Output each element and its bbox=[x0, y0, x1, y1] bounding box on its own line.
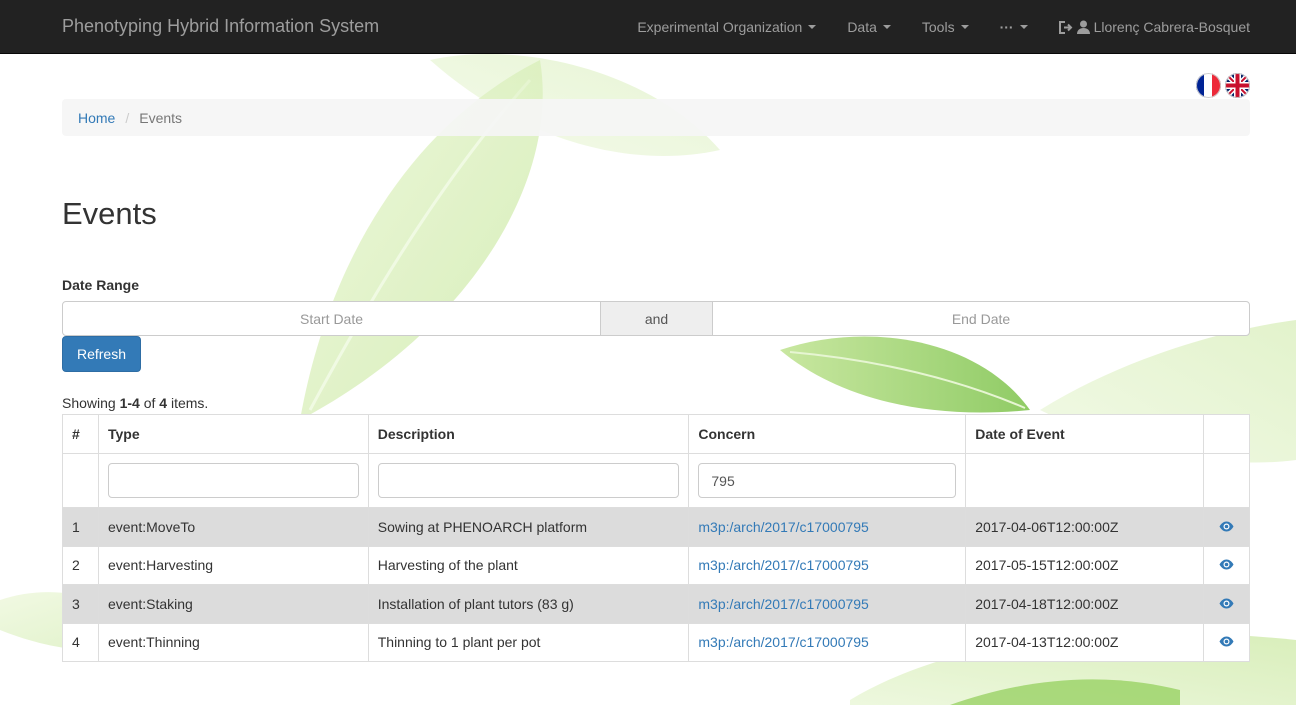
summary-prefix: Showing bbox=[62, 395, 120, 411]
filter-cell-empty bbox=[1202, 453, 1251, 508]
concern-link[interactable]: m3p:/arch/2017/c17000795 bbox=[698, 634, 868, 650]
type-filter-input[interactable] bbox=[107, 463, 359, 498]
row-date: 2017-04-13T12:00:00Z bbox=[965, 622, 1204, 662]
date-range-separator: and bbox=[601, 301, 712, 336]
french-flag-icon[interactable] bbox=[1196, 73, 1221, 98]
filter-cell-description bbox=[367, 453, 690, 508]
nav-label: Tools bbox=[921, 19, 955, 35]
view-eye-icon[interactable] bbox=[1219, 559, 1234, 570]
start-date-input[interactable]: Start Date bbox=[62, 301, 601, 336]
nav-label: Data bbox=[847, 19, 877, 35]
results-summary: Showing 1-4 of 4 items. bbox=[62, 395, 208, 411]
concern-filter-input[interactable]: 795 bbox=[698, 463, 957, 498]
nav-more[interactable]: ··· bbox=[1000, 19, 1028, 35]
user-icon bbox=[1076, 20, 1090, 34]
row-description: Thinning to 1 plant per pot bbox=[367, 622, 690, 662]
summary-of: of bbox=[139, 395, 160, 411]
uk-flag-icon[interactable] bbox=[1225, 73, 1250, 98]
top-navbar: Phenotyping Hybrid Information System Ex… bbox=[0, 0, 1296, 54]
caret-down-icon bbox=[1019, 25, 1028, 29]
row-description: Installation of plant tutors (83 g) bbox=[367, 584, 690, 624]
view-eye-icon[interactable] bbox=[1219, 521, 1234, 532]
breadcrumb-home-link[interactable]: Home bbox=[78, 110, 115, 126]
language-switcher bbox=[1196, 73, 1250, 98]
row-type: event:MoveTo bbox=[97, 507, 369, 547]
row-actions bbox=[1202, 507, 1251, 547]
table-row: 1 event:MoveTo Sowing at PHENOARCH platf… bbox=[62, 507, 1251, 547]
row-actions bbox=[1202, 545, 1251, 585]
concern-link[interactable]: m3p:/arch/2017/c17000795 bbox=[698, 557, 868, 573]
row-num: 2 bbox=[62, 545, 99, 585]
row-date: 2017-04-06T12:00:00Z bbox=[965, 507, 1204, 547]
row-date: 2017-04-18T12:00:00Z bbox=[965, 584, 1204, 624]
refresh-button[interactable]: Refresh bbox=[62, 336, 141, 372]
filter-cell-type bbox=[97, 453, 369, 508]
table-header-row: # Type Description Concern Date of Event bbox=[62, 414, 1251, 454]
nav-label: ··· bbox=[999, 19, 1014, 35]
row-num: 4 bbox=[62, 622, 99, 662]
row-num: 1 bbox=[62, 507, 99, 547]
user-name: Llorenç Cabrera-Bosquet bbox=[1093, 19, 1250, 35]
events-table: # Type Description Concern Date of Event… bbox=[62, 414, 1251, 662]
header-type[interactable]: Type bbox=[97, 414, 369, 454]
date-range-group: Start Date and End Date bbox=[62, 301, 1250, 336]
breadcrumb-separator: / bbox=[125, 109, 130, 126]
row-actions bbox=[1202, 622, 1251, 662]
breadcrumb: Home / Events bbox=[62, 99, 1250, 136]
row-concern-cell: m3p:/arch/2017/c17000795 bbox=[688, 545, 967, 585]
row-concern-cell: m3p:/arch/2017/c17000795 bbox=[688, 507, 967, 547]
breadcrumb-current: Events bbox=[139, 109, 183, 126]
row-description: Sowing at PHENOARCH platform bbox=[367, 507, 690, 547]
brand-title[interactable]: Phenotyping Hybrid Information System bbox=[62, 16, 379, 37]
caret-down-icon bbox=[808, 25, 817, 29]
nav-tools[interactable]: Tools bbox=[922, 19, 969, 35]
view-eye-icon[interactable] bbox=[1219, 636, 1234, 647]
row-date: 2017-05-15T12:00:00Z bbox=[965, 545, 1204, 585]
row-concern-cell: m3p:/arch/2017/c17000795 bbox=[688, 622, 967, 662]
summary-total: 4 bbox=[159, 395, 168, 411]
header-actions bbox=[1202, 414, 1251, 454]
date-range-label: Date Range bbox=[62, 277, 140, 293]
row-type: event:Staking bbox=[97, 584, 369, 624]
filter-cell-empty bbox=[965, 453, 1204, 508]
nav-data[interactable]: Data bbox=[847, 19, 891, 35]
end-date-input[interactable]: End Date bbox=[712, 301, 1250, 336]
row-concern-cell: m3p:/arch/2017/c17000795 bbox=[688, 584, 967, 624]
caret-down-icon bbox=[960, 25, 969, 29]
row-description: Harvesting of the plant bbox=[367, 545, 690, 585]
summary-suffix: items. bbox=[167, 395, 209, 411]
header-date[interactable]: Date of Event bbox=[965, 414, 1204, 454]
logout-icon bbox=[1058, 20, 1073, 34]
table-row: 2 event:Harvesting Harvesting of the pla… bbox=[62, 545, 1251, 585]
nav-menu: Experimental Organization Data Tools ···… bbox=[606, 0, 1250, 54]
summary-range: 1-4 bbox=[119, 395, 140, 411]
table-row: 4 event:Thinning Thinning to 1 plant per… bbox=[62, 622, 1251, 662]
row-num: 3 bbox=[62, 584, 99, 624]
concern-link[interactable]: m3p:/arch/2017/c17000795 bbox=[698, 519, 868, 535]
nav-user-logout[interactable]: Llorenç Cabrera-Bosquet bbox=[1058, 19, 1250, 35]
filter-row: 795 bbox=[62, 453, 1251, 508]
header-concern[interactable]: Concern bbox=[688, 414, 967, 454]
header-description[interactable]: Description bbox=[367, 414, 690, 454]
caret-down-icon bbox=[882, 25, 891, 29]
nav-label: Experimental Organization bbox=[637, 19, 803, 35]
nav-experimental-organization[interactable]: Experimental Organization bbox=[637, 19, 817, 35]
filter-cell-concern: 795 bbox=[688, 453, 967, 508]
table-row: 3 event:Staking Installation of plant tu… bbox=[62, 584, 1251, 624]
view-eye-icon[interactable] bbox=[1219, 598, 1234, 609]
page-title: Events bbox=[62, 196, 157, 231]
row-type: event:Harvesting bbox=[97, 545, 369, 585]
header-num: # bbox=[62, 414, 99, 454]
row-type: event:Thinning bbox=[97, 622, 369, 662]
row-actions bbox=[1202, 584, 1251, 624]
concern-link[interactable]: m3p:/arch/2017/c17000795 bbox=[698, 596, 868, 612]
description-filter-input[interactable] bbox=[377, 463, 680, 498]
filter-cell-empty bbox=[62, 453, 99, 508]
